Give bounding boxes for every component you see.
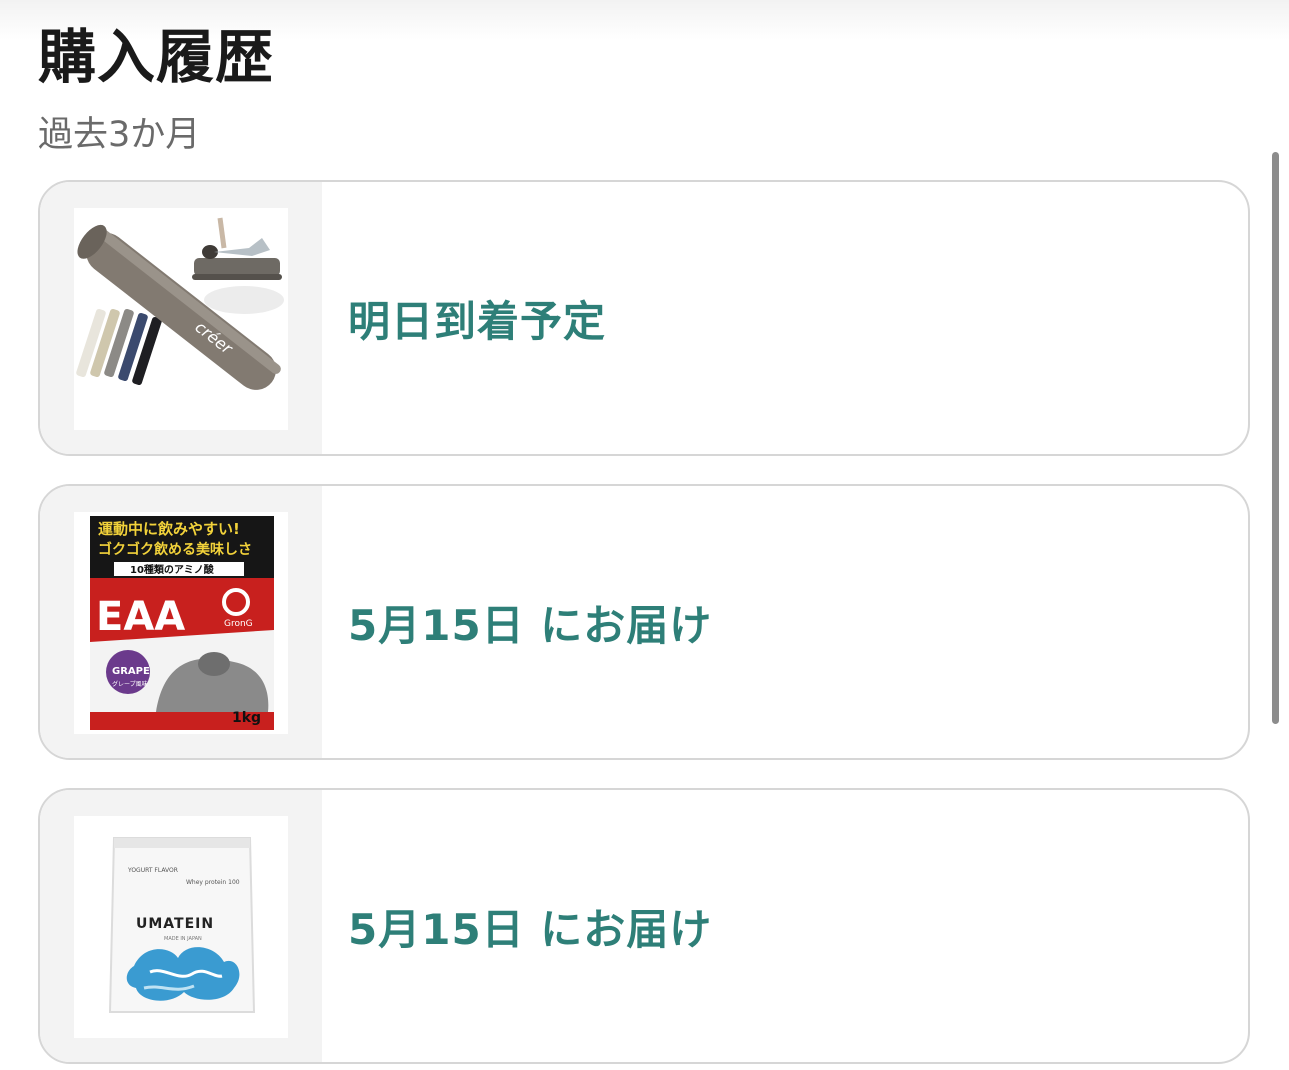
product-name: EAA — [96, 594, 185, 640]
banner-line-1: 運動中に飲みやすい! — [98, 520, 240, 538]
eaa-supplement-product-image: 運動中に飲みやすい! ゴクゴク飲める美味しさ 10種類のアミノ酸 EAA Gro… — [74, 512, 288, 734]
page-title: 購入履歴 — [38, 23, 275, 91]
order-card-3[interactable]: YOGURT FLAVOR Whey protein 100 UMATEIN M… — [38, 788, 1250, 1064]
order-card-1[interactable]: créer 明日到着予定 — [38, 180, 1250, 456]
order-card-2[interactable]: 運動中に飲みやすい! ゴクゴク飲める美味しさ 10種類のアミノ酸 EAA Gro… — [38, 484, 1250, 760]
product-thumbnail: créer — [40, 182, 322, 454]
flavor-jp-label: グレープ風味 — [112, 680, 148, 688]
brand-name: GronG — [224, 619, 253, 629]
delivery-status: 5月15日 にお届け — [348, 600, 713, 650]
product-name: UMATEIN — [136, 916, 214, 932]
purchase-history-page: 購入履歴 過去3か月 créer 明日到着予定 運動中に飲みやすい! ゴクゴク飲… — [0, 0, 1289, 1070]
banner-line-2: ゴクゴク飲める美味しさ — [98, 541, 252, 558]
product-thumbnail: YOGURT FLAVOR Whey protein 100 UMATEIN M… — [40, 790, 322, 1062]
flavor-label: GRAPE — [112, 666, 150, 677]
delivery-status: 明日到着予定 — [348, 296, 607, 346]
banner-line-3: 10種類のアミノ酸 — [130, 563, 215, 576]
period-filter[interactable]: 過去3か月 — [38, 106, 200, 157]
scrollbar[interactable] — [1272, 152, 1279, 724]
sub-label: Whey protein 100 — [186, 879, 240, 886]
foam-roller-product-image: créer — [74, 208, 288, 430]
product-thumbnail: 運動中に飲みやすい! ゴクゴク飲める美味しさ 10種類のアミノ酸 EAA Gro… — [40, 486, 322, 758]
flavor-label: YOGURT FLAVOR — [127, 867, 178, 874]
made-in-label: MADE IN JAPAN — [164, 936, 202, 942]
delivery-status: 5月15日 にお届け — [348, 904, 713, 954]
weight-label: 1kg — [232, 710, 261, 726]
order-list: créer 明日到着予定 運動中に飲みやすい! ゴクゴク飲める美味しさ 10種類… — [38, 180, 1250, 1070]
umatein-protein-product-image: YOGURT FLAVOR Whey protein 100 UMATEIN M… — [74, 816, 288, 1038]
